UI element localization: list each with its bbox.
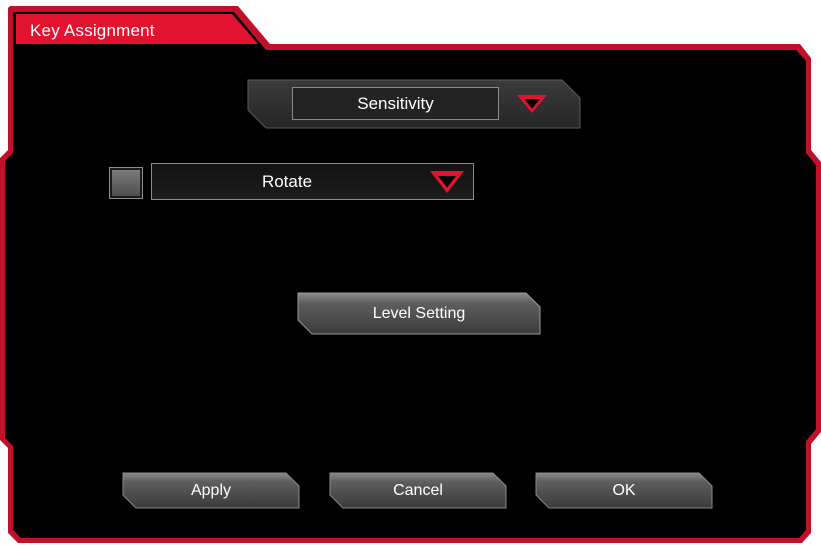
ok-label: OK [612, 481, 636, 499]
key-assignment-window: Key Assignment Sensitivity Rotate Level … [0, 0, 821, 545]
ok-button[interactable]: OK [536, 473, 712, 508]
level-setting-label: Level Setting [372, 304, 466, 322]
apply-button[interactable]: Apply [123, 473, 299, 508]
cancel-label: Cancel [393, 481, 443, 499]
cancel-button[interactable]: Cancel [330, 473, 506, 508]
window-frame [0, 6, 821, 543]
rotate-checkbox[interactable] [109, 167, 143, 199]
apply-label: Apply [190, 481, 232, 499]
rotate-select[interactable]: Rotate [151, 163, 474, 200]
window-title: Key Assignment [30, 21, 155, 40]
rotate-dropdown-icon[interactable] [428, 169, 466, 195]
mode-select-field[interactable]: Sensitivity [292, 87, 499, 120]
mode-dropdown-icon[interactable] [515, 93, 549, 115]
rotate-select-value: Rotate [261, 171, 313, 191]
level-setting-button[interactable]: Level Setting [298, 293, 540, 334]
